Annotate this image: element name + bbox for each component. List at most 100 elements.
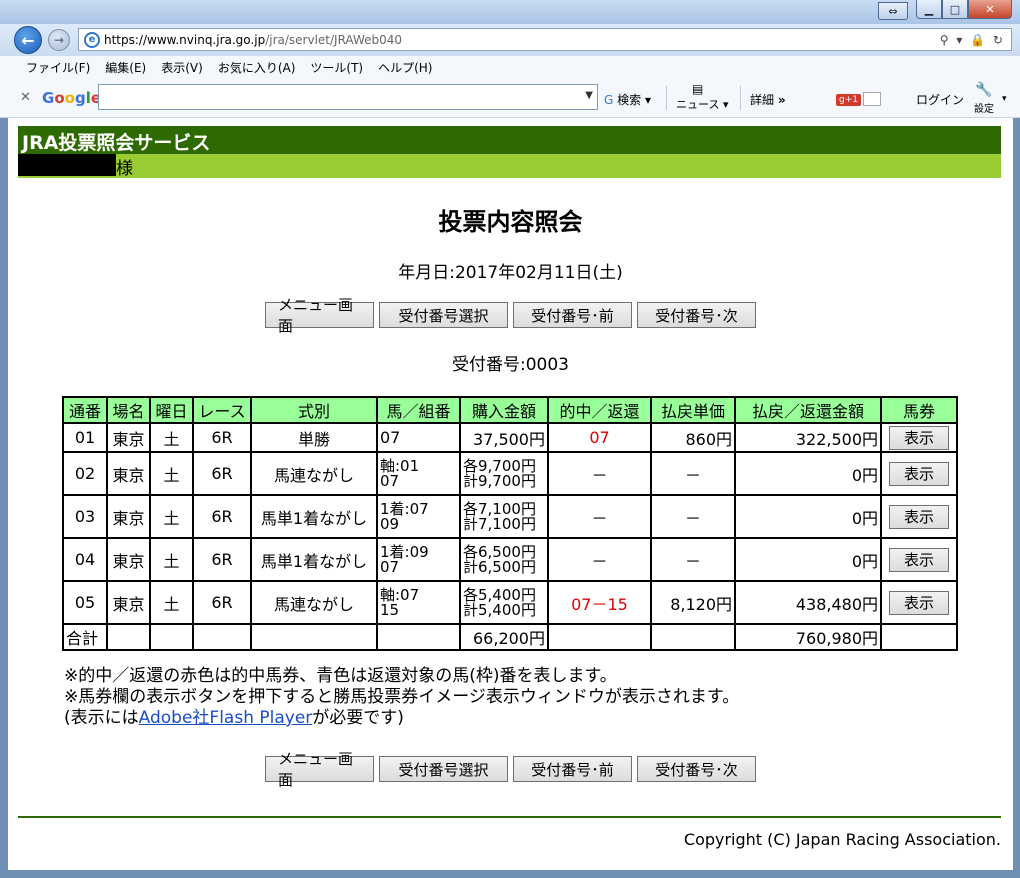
toolbar-close-icon[interactable]: ✕ [20, 90, 31, 105]
menu-button[interactable]: メニュー画面 [265, 296, 374, 335]
nav-buttons-top: メニュー画面 受付番号選択 受付番号･前 受付番号･次 [8, 296, 1013, 335]
cell-type: 馬連ながし [250, 580, 378, 625]
receipt-prev-button[interactable]: 受付番号･前 [513, 756, 632, 782]
show-ticket-button[interactable]: 表示 [889, 461, 949, 486]
cell-no: 03 [62, 494, 108, 539]
cell-unit-price: － [650, 537, 736, 582]
cell-hit: 07 [547, 422, 652, 453]
user-bar: 様 [18, 154, 1001, 179]
menu-edit[interactable]: 編集(E) [105, 59, 146, 76]
show-ticket-button[interactable]: 表示 [889, 425, 949, 450]
empty-cell [650, 623, 736, 651]
gplus-toggle[interactable] [862, 91, 881, 106]
window-buttons: ⇔ ▁ □ ✕ [878, 0, 1012, 20]
bet-table: 通番 場名 曜日 レース 式別 馬／組番 購入金額 的中／返還 払戻単価 払戻／… [62, 396, 958, 651]
column-header: 式別 [250, 396, 378, 424]
minimize-icon[interactable]: ▁ [916, 0, 942, 19]
window-extra-icon[interactable]: ⇔ [878, 2, 908, 20]
receipt-next-button[interactable]: 受付番号･次 [637, 302, 756, 328]
cell-day: 土 [149, 580, 194, 625]
show-ticket-button[interactable]: 表示 [889, 547, 949, 572]
column-header: 曜日 [149, 396, 194, 424]
url-host: https://www.nvinq.jra.go.jp [104, 32, 266, 47]
receipt-select-button[interactable]: 受付番号選択 [379, 302, 508, 328]
address-tools-icons[interactable]: ⚲ ▾ 🔒 ↻ [940, 33, 1005, 47]
cell-no: 04 [62, 537, 108, 582]
menu-file[interactable]: ファイル(F) [26, 59, 90, 76]
flash-player-link[interactable]: Adobe社Flash Player [139, 708, 313, 728]
table-row: 05 東京 土 6R 馬連ながし 軸:07 15 各5,400円 計5,400円 0… [62, 580, 958, 625]
cell-ticket: 表示 [880, 537, 958, 582]
news-label: ニュース [676, 98, 720, 111]
more-button[interactable]: 詳細 » [750, 91, 786, 108]
gplus-button[interactable]: g+1 [836, 91, 881, 106]
user-suffix: 様 [116, 159, 133, 179]
empty-cell [376, 623, 461, 651]
cell-day: 土 [149, 422, 194, 453]
cell-amount: 各6,500円 計6,500円 [459, 537, 549, 582]
url-input[interactable]: e https://www.nvinq.jra.go.jp/jra/servle… [78, 28, 1012, 51]
login-link[interactable]: ログイン [916, 91, 964, 108]
cell-payout: 0円 [734, 451, 882, 496]
cell-no: 01 [62, 422, 108, 453]
total-amount: 66,200円 [459, 623, 549, 651]
ie-icon: e [84, 31, 100, 48]
redacted-username [18, 154, 116, 176]
receipt-select-button[interactable]: 受付番号選択 [379, 756, 508, 782]
menu-favorites[interactable]: お気に入り(A) [218, 59, 296, 76]
column-header: 場名 [106, 396, 151, 424]
cell-ticket: 表示 [880, 494, 958, 539]
google-search-button[interactable]: G 検索 ▾ [604, 91, 651, 108]
news-button[interactable]: ニュース ▾ [676, 96, 728, 112]
menu-tools[interactable]: ツール(T) [310, 59, 363, 76]
cell-ticket: 表示 [880, 451, 958, 496]
maximize-icon[interactable]: □ [942, 0, 968, 19]
cell-hit: － [547, 451, 652, 496]
cell-unit-price: － [650, 494, 736, 539]
google-search-input[interactable]: ▼ [98, 84, 598, 110]
forward-button[interactable]: → [48, 29, 70, 51]
receipt-next-button[interactable]: 受付番号･次 [637, 756, 756, 782]
close-icon[interactable]: ✕ [968, 0, 1012, 19]
column-header: 払戻単価 [650, 396, 736, 424]
wrench-icon[interactable]: 🔧 [975, 82, 992, 98]
settings-label[interactable]: 設定 [974, 100, 994, 115]
settings-chevron-icon[interactable]: ▾ [1002, 94, 1007, 104]
cell-day: 土 [149, 494, 194, 539]
chevron-down-icon[interactable]: ▼ [585, 90, 593, 101]
note-prefix: (表示には [64, 708, 139, 728]
footer-divider [18, 816, 1001, 818]
cell-race: 6R [192, 537, 252, 582]
menu-help[interactable]: ヘルプ(H) [378, 59, 432, 76]
receipt-prev-button[interactable]: 受付番号･前 [513, 302, 632, 328]
menu-button[interactable]: メニュー画面 [265, 750, 374, 789]
back-button[interactable]: ← [14, 26, 42, 54]
note-line-1: ※的中／返還の赤色は的中馬券、青色は返還対象の馬(枠)番を表します。 [64, 666, 617, 686]
amount-total: 計5,400円 [463, 600, 536, 619]
cell-day: 土 [149, 451, 194, 496]
toolbar-separator [666, 86, 667, 110]
total-row: 合計 66,200円 760,980円 [62, 623, 958, 651]
cell-no: 05 [62, 580, 108, 625]
menu-view[interactable]: 表示(V) [161, 59, 203, 76]
column-header: 購入金額 [459, 396, 549, 424]
horse-line-2: 07 [380, 471, 400, 490]
notes: ※的中／返還の赤色は的中馬券、青色は返還対象の馬(枠)番を表します。 ※馬券欄の… [64, 666, 739, 729]
table-row: 02 東京 土 6R 馬連ながし 軸:01 07 各9,700円 計9,700円 －… [62, 451, 958, 496]
cell-unit-price: － [650, 451, 736, 496]
cell-type: 馬単1着ながし [250, 537, 378, 582]
news-icon: ▤ [692, 82, 704, 96]
cell-place: 東京 [106, 537, 151, 582]
cell-place: 東京 [106, 451, 151, 496]
cell-horse: 1着:07 09 [376, 494, 461, 539]
google-logo: Google [42, 89, 102, 107]
cell-race: 6R [192, 580, 252, 625]
show-ticket-button[interactable]: 表示 [889, 504, 949, 529]
cell-horse: 07 [376, 422, 461, 453]
show-ticket-button[interactable]: 表示 [889, 590, 949, 615]
horse-line-2: 07 [380, 557, 400, 576]
cell-ticket: 表示 [880, 422, 958, 453]
column-header: 的中／返還 [547, 396, 652, 424]
column-header: 通番 [62, 396, 108, 424]
page-title: 投票内容照会 [438, 208, 583, 236]
